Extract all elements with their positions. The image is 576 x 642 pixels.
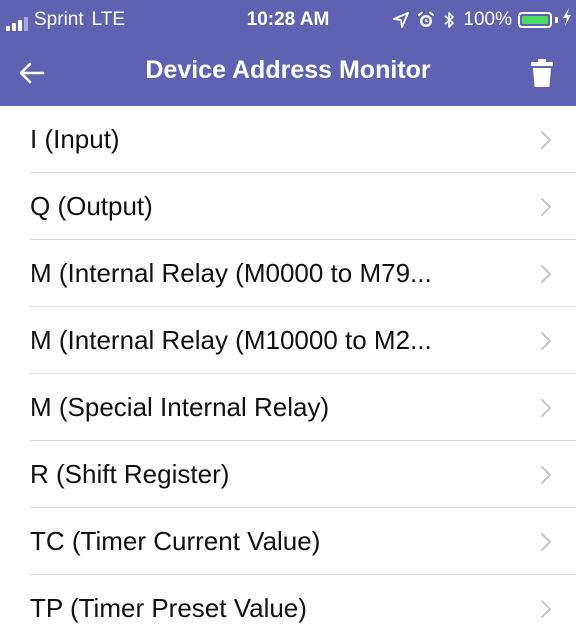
charging-bolt-icon — [562, 8, 572, 32]
list-item-special-internal-relay[interactable]: M (Special Internal Relay) — [0, 374, 576, 441]
battery-icon — [518, 12, 552, 28]
list-item-output[interactable]: Q (Output) — [0, 173, 576, 240]
list-item-label: R (Shift Register) — [30, 459, 230, 489]
delete-button[interactable] — [520, 51, 564, 95]
list-item-shift-register[interactable]: R (Shift Register) — [0, 441, 576, 508]
list-item-label: TP (Timer Preset Value) — [30, 593, 307, 623]
list-item-label: M (Internal Relay (M0000 to M79... — [30, 258, 432, 288]
chevron-right-icon — [541, 399, 551, 417]
chevron-right-icon — [541, 533, 551, 551]
status-right: 100% — [393, 8, 572, 32]
location-arrow-icon — [393, 12, 410, 28]
chevron-right-icon — [541, 198, 551, 216]
chevron-right-icon — [541, 265, 551, 283]
list-item-label: M (Special Internal Relay) — [30, 392, 330, 422]
page-title: Device Address Monitor — [145, 56, 431, 84]
alarm-clock-icon — [417, 11, 435, 29]
list-item-internal-relay-high[interactable]: M (Internal Relay (M10000 to M2... — [0, 307, 576, 374]
device-address-list: I (Input) Q (Output) M (Internal Relay (… — [0, 106, 576, 642]
app-header: Sprint LTE 10:28 AM 100% Device Address … — [0, 0, 576, 106]
chevron-right-icon — [541, 466, 551, 484]
list-item-timer-current-value[interactable]: TC (Timer Current Value) — [0, 508, 576, 575]
chevron-right-icon — [541, 332, 551, 350]
chevron-right-icon — [541, 600, 551, 618]
bluetooth-icon — [443, 11, 455, 29]
battery-percent: 100% — [463, 9, 512, 30]
list-item-label: I (Input) — [30, 124, 120, 154]
battery-tip — [555, 17, 558, 23]
list-item-timer-preset-value[interactable]: TP (Timer Preset Value) — [0, 575, 576, 642]
list-item-label: M (Internal Relay (M10000 to M2... — [30, 325, 432, 355]
list-item-label: Q (Output) — [30, 191, 153, 221]
trash-icon — [531, 59, 553, 87]
chevron-right-icon — [541, 131, 551, 149]
navigation-bar: Device Address Monitor — [0, 40, 576, 106]
list-item-label: TC (Timer Current Value) — [30, 526, 321, 556]
list-item-internal-relay-low[interactable]: M (Internal Relay (M0000 to M79... — [0, 240, 576, 307]
list-item-input[interactable]: I (Input) — [0, 106, 576, 173]
status-bar: Sprint LTE 10:28 AM 100% — [0, 0, 576, 40]
